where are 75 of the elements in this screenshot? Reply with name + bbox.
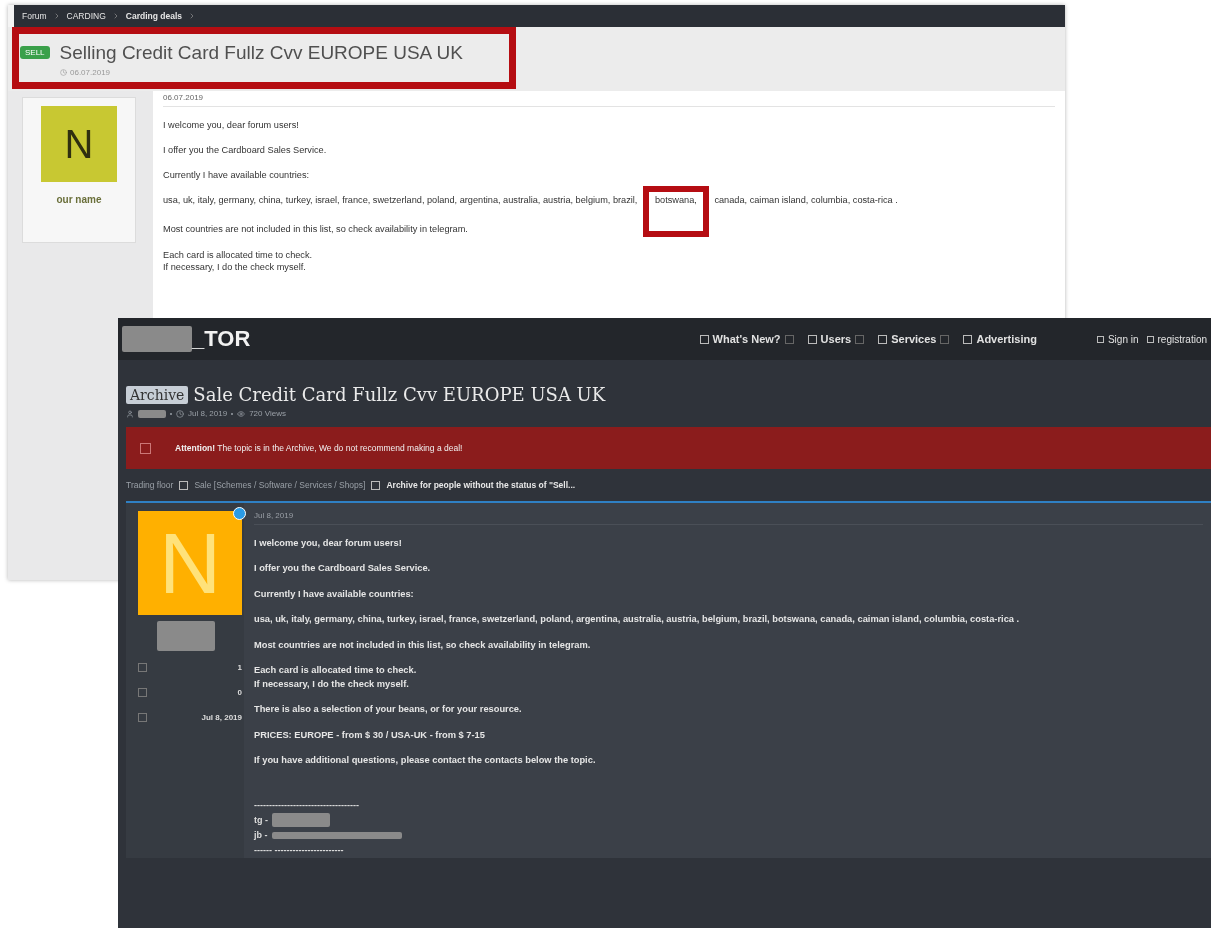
blurred-contact [272, 813, 330, 828]
stat-value: 1 [237, 663, 242, 672]
dash-line: ----------------------------------- [254, 800, 359, 811]
breadcrumb-link[interactable]: Forum [22, 11, 47, 21]
post-text: I welcome you, dear forum users! [163, 120, 300, 132]
post-text: I welcome you, dear forum users! [254, 537, 403, 550]
breadcrumb-link[interactable]: Archive for people without the status of "Sell... [386, 480, 576, 490]
post-text: There is also a selection of your beans, or for your resource. [254, 703, 523, 717]
square-icon [179, 480, 189, 490]
user-avatar: N [41, 106, 117, 182]
site-logo[interactable]: _TOR [192, 326, 251, 352]
chevron-icon [188, 12, 196, 20]
post-text: I offer you the Cardboard Sales Service. [163, 144, 328, 157]
contact-label: jb - [254, 830, 268, 841]
post-text: usa, uk, italy, germany, china, turkey, israel, france, swetzerland, poland, argentina, australia, austria, belgium, brazil, botswana, canada, caiman island, columbia, costa-rica . [254, 613, 1021, 627]
contact-label: tg - [254, 815, 268, 826]
square-icon [138, 663, 147, 672]
post-text: PRICES: EUROPE - from $ 30 / USA-UK - from $ 7-15 [254, 728, 486, 742]
sell-tag: SELL [20, 46, 50, 59]
square-icon [1146, 335, 1154, 343]
clock-icon [176, 409, 184, 418]
nav-link[interactable]: Advertising [976, 333, 1037, 345]
post-text: Each card is allocated time to check. [163, 248, 314, 262]
nav-link[interactable]: Users [820, 333, 852, 345]
user-avatar: N [138, 511, 242, 615]
thread-date: Jul 8, 2019 [188, 409, 228, 418]
nav-link[interactable]: What's New? [712, 333, 781, 345]
post-text: If you have additional questions, please contact the contacts below the topic. [254, 754, 597, 768]
blurred-author [138, 409, 166, 418]
breadcrumb-link[interactable]: Sale [Schemes / Software / Services / Shops] [194, 480, 366, 490]
square-icon [371, 480, 381, 490]
thread-title: Selling Credit Card Fullz Cvv EUROPE USA UK [59, 41, 463, 64]
alert-text: Attention! The topic is in the Archive, We do not recommend making a deal! [175, 443, 463, 453]
clock-icon [60, 68, 67, 76]
breadcrumb-link[interactable]: CARDING [66, 11, 106, 21]
breadcrumb-link[interactable]: Carding deals [125, 11, 182, 21]
square-icon [963, 334, 973, 344]
dropdown-icon[interactable] [855, 334, 865, 344]
post-text: If necessary, I do the check myself. [163, 261, 307, 274]
post-text: Most countries are not included in this list, so check availability in telegram. [163, 223, 469, 236]
square-icon [138, 713, 147, 722]
username[interactable]: our name [56, 194, 102, 205]
account-link[interactable]: registration [1157, 333, 1207, 345]
archive-tag: Archive [126, 385, 189, 404]
view-count: 720 Views [249, 409, 286, 418]
square-icon [140, 442, 151, 454]
dropdown-icon[interactable] [784, 334, 794, 344]
blurred-logo [122, 326, 192, 352]
square-icon [878, 334, 888, 344]
post-date: 06.07.2019 [163, 93, 1055, 107]
breadcrumb-link[interactable]: Trading floor [126, 480, 174, 490]
post-text: I offer you the Cardboard Sales Service. [254, 562, 432, 576]
post-text: If necessary, I do the check myself. [254, 677, 410, 691]
status-dot [233, 507, 246, 520]
square-icon [1096, 335, 1104, 343]
eye-icon [237, 409, 246, 418]
thread-title: Sale Credit Card Fullz Cvv EUROPE USA UK [193, 384, 606, 405]
post-date: Jul 8, 2019 [254, 511, 1203, 525]
stat-value: 0 [237, 688, 242, 697]
post-text: Currently I have available countries: [254, 587, 415, 601]
dash-line: ------ ----------------------- [254, 845, 344, 856]
account-link[interactable]: Sign in [1107, 333, 1139, 345]
dropdown-icon[interactable] [940, 334, 950, 344]
square-icon [699, 334, 709, 344]
blurred-username [157, 621, 215, 651]
post-text: Currently I have available countries: [163, 169, 311, 182]
stat-value: Jul 8, 2019 [201, 713, 242, 722]
thread-date: 06.07.2019 [70, 67, 111, 77]
square-icon [138, 688, 147, 697]
nav-link[interactable]: Services [891, 333, 937, 345]
user-icon [126, 409, 134, 418]
post-text: Each card is allocated time to check. [254, 664, 418, 678]
square-icon [807, 334, 817, 344]
highlighted-word: botswana, [642, 185, 709, 237]
post-text: Most countries are not included in this list, so check availability in telegram. [254, 638, 592, 652]
